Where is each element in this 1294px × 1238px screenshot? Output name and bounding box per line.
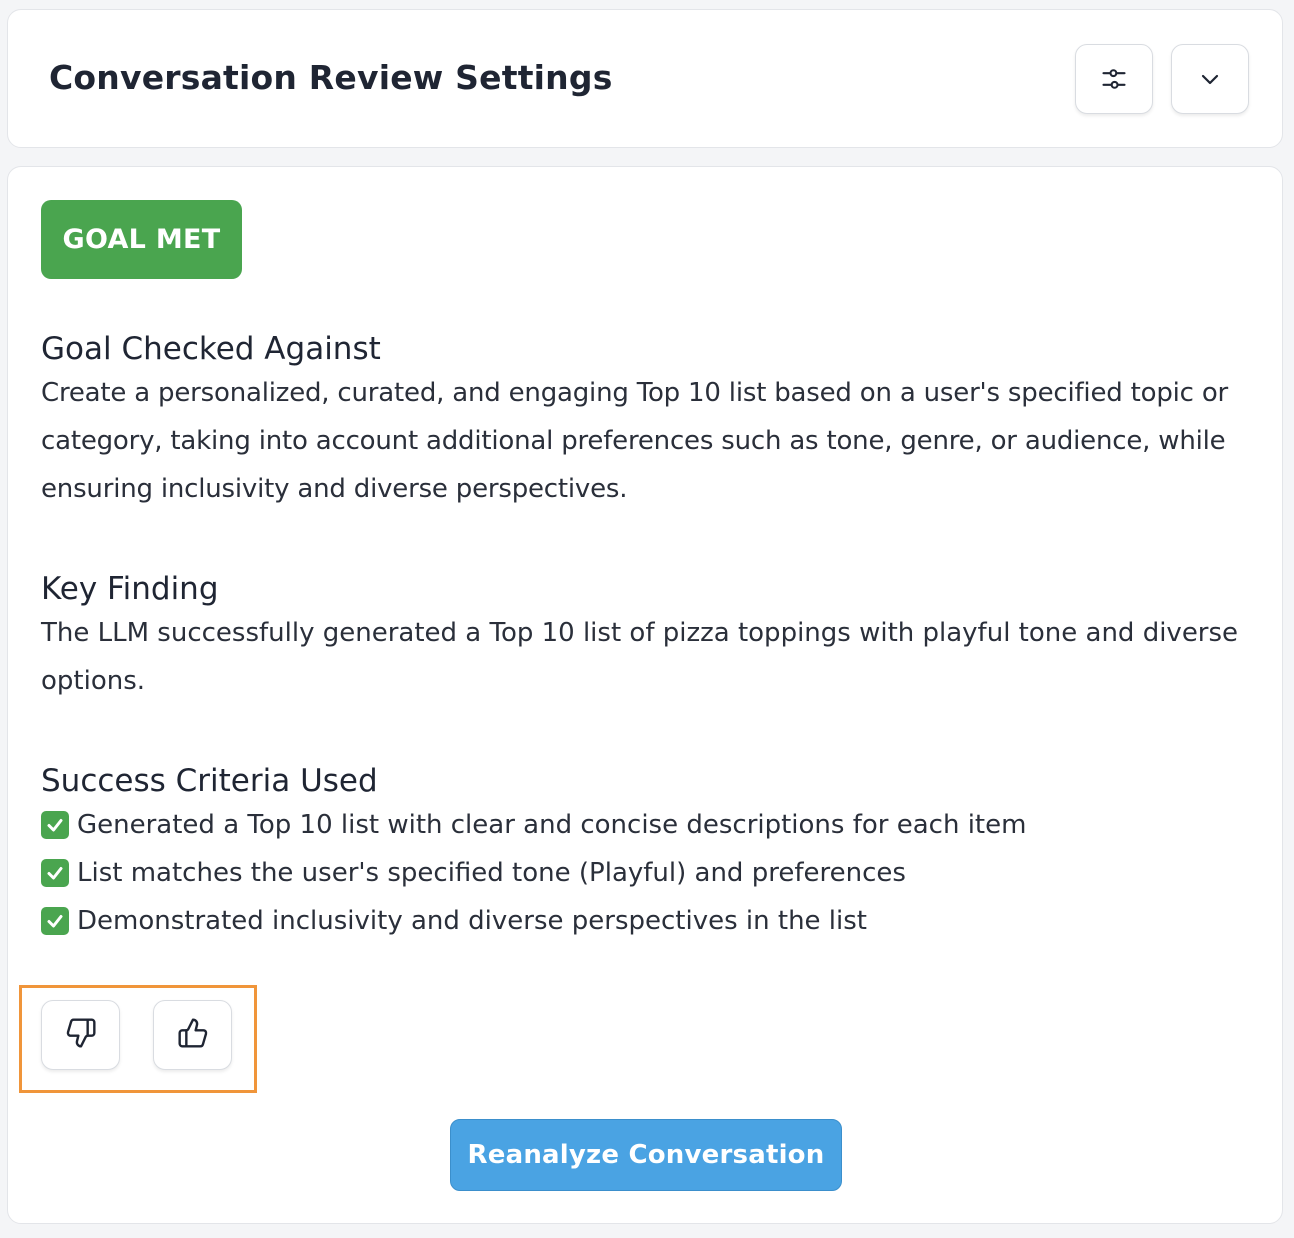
- thumbs-down-button[interactable]: [41, 1000, 120, 1070]
- header-card: Conversation Review Settings: [7, 9, 1283, 148]
- thumbs-up-button[interactable]: [153, 1000, 232, 1070]
- finding-section: Key Finding The LLM successfully generat…: [41, 569, 1241, 705]
- criteria-heading: Success Criteria Used: [41, 763, 378, 799]
- chevron-down-icon: [1198, 67, 1222, 91]
- check-mark-icon: [41, 907, 69, 935]
- criteria-text: Generated a Top 10 list with clear and c…: [77, 810, 1027, 840]
- page-title: Conversation Review Settings: [49, 58, 613, 97]
- criteria-item: Generated a Top 10 list with clear and c…: [41, 801, 1241, 849]
- criteria-list: Generated a Top 10 list with clear and c…: [41, 801, 1241, 945]
- finding-text: The LLM successfully generated a Top 10 …: [41, 618, 1239, 696]
- filter-settings-button[interactable]: [1075, 44, 1153, 114]
- criteria-item: List matches the user's specified tone (…: [41, 849, 1241, 897]
- criteria-text: Demonstrated inclusivity and diverse per…: [77, 906, 867, 936]
- sliders-icon: [1100, 65, 1128, 93]
- finding-heading: Key Finding: [41, 571, 219, 607]
- goal-heading: Goal Checked Against: [41, 331, 381, 367]
- reanalyze-button[interactable]: Reanalyze Conversation: [450, 1119, 842, 1191]
- thumbs-down-icon: [65, 1017, 97, 1053]
- criteria-item: Demonstrated inclusivity and diverse per…: [41, 897, 1241, 945]
- goal-section: Goal Checked Against Create a personaliz…: [41, 329, 1241, 513]
- thumbs-up-icon: [177, 1017, 209, 1053]
- check-mark-icon: [41, 811, 69, 839]
- check-mark-icon: [41, 859, 69, 887]
- status-badge: GOAL MET: [41, 200, 242, 279]
- collapse-button[interactable]: [1171, 44, 1249, 114]
- goal-text: Create a personalized, curated, and enga…: [41, 378, 1229, 504]
- criteria-text: List matches the user's specified tone (…: [77, 858, 906, 888]
- criteria-section: Success Criteria Used Generated a Top 10…: [41, 761, 1241, 945]
- review-result-card: GOAL MET Goal Checked Against Create a p…: [7, 166, 1283, 1224]
